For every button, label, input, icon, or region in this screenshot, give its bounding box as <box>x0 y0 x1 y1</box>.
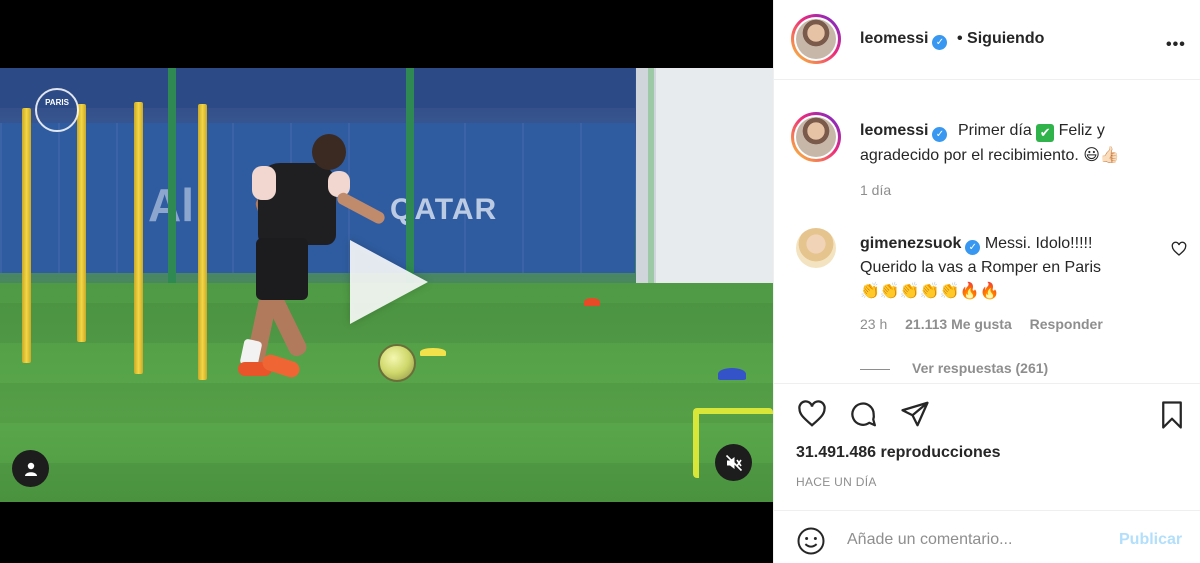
comment-emojis: 👏👏👏👏👏🔥🔥 <box>860 283 1000 300</box>
club-logo: PARIS <box>35 88 79 132</box>
post-panel: leomessi ✓ • Siguiendo ••• leomessi ✓ Prim… <box>773 0 1200 563</box>
avatar-image <box>796 117 836 157</box>
header-username[interactable]: leomessi ✓ <box>860 30 948 50</box>
comment-icon[interactable] <box>847 399 879 434</box>
share-icon[interactable] <box>899 399 931 434</box>
replies-divider <box>860 368 890 370</box>
publish-button[interactable]: Publicar <box>1119 531 1182 549</box>
football <box>378 344 416 382</box>
caption-emojis: 😃👍🏻 <box>1083 147 1120 164</box>
mute-icon[interactable] <box>715 444 752 481</box>
building-wall <box>636 68 773 288</box>
player-shorts <box>256 238 308 300</box>
goal-pole <box>648 68 654 298</box>
view-replies-button[interactable]: Ver respuestas (261) <box>860 360 1048 376</box>
post-header: leomessi ✓ • Siguiendo ••• <box>774 0 1200 80</box>
emoji-icon[interactable] <box>796 526 826 561</box>
caption-username[interactable]: leomessi ✓ <box>860 122 948 142</box>
avatar[interactable] <box>791 14 841 64</box>
caption-body: Primer día <box>957 122 1032 139</box>
training-pole <box>77 104 86 342</box>
comment-text: gimenezsuok ✓ Messi. Idolo!!!!! Querido l… <box>860 232 1150 304</box>
comment-time[interactable]: 23 h <box>860 316 887 332</box>
grass-stripe <box>0 463 773 502</box>
comment-likes[interactable]: 21.113 Me gusta <box>905 316 1012 332</box>
follow-status[interactable]: • Siguiendo <box>957 30 1044 48</box>
avatar-image <box>796 19 836 59</box>
training-cone <box>584 298 600 306</box>
caption-timestamp[interactable]: 1 día <box>860 182 891 198</box>
player-head <box>312 134 346 170</box>
goal-pole <box>168 68 176 298</box>
avatar[interactable] <box>791 112 841 162</box>
verified-icon: ✓ <box>932 35 948 50</box>
training-pole <box>22 108 31 363</box>
club-logo-text: PARIS <box>45 98 69 107</box>
comment-avatar[interactable] <box>796 228 836 268</box>
verified-icon: ✓ <box>932 127 948 142</box>
check-mark-icon: ✔ <box>1036 124 1055 142</box>
grass-stripe <box>0 383 773 423</box>
reply-button[interactable]: Responder <box>1030 316 1103 332</box>
stadium-banner-top <box>0 68 635 108</box>
save-icon[interactable] <box>1157 399 1187 436</box>
post-date[interactable]: HACE UN DÍA <box>796 475 877 489</box>
play-icon[interactable] <box>350 240 428 324</box>
video-player[interactable]: Al QATAR PARIS <box>0 0 773 563</box>
view-count[interactable]: 31.491.486 reproducciones <box>796 444 1001 462</box>
training-pole <box>198 104 207 380</box>
training-pole <box>134 102 143 374</box>
comment-input[interactable]: Añade un comentario... <box>847 531 1012 549</box>
comment-like-heart-icon[interactable] <box>1171 241 1187 262</box>
post-actions: 31.491.486 reproducciones HACE UN DÍA <box>774 383 1200 510</box>
player-sleeve <box>252 166 276 200</box>
verified-icon: ✓ <box>965 240 981 255</box>
training-cone <box>718 368 746 380</box>
comment-username[interactable]: gimenezsuok ✓ <box>860 235 981 255</box>
caption-text: leomessi ✓ Primer día ✔ Feliz y agradecid… <box>860 118 1180 168</box>
user-tag-icon[interactable] <box>12 450 49 487</box>
heart-icon[interactable] <box>796 399 828 434</box>
add-comment-bar: Añade un comentario... Publicar <box>774 510 1200 563</box>
view-replies-label[interactable]: Ver respuestas (261) <box>912 360 1048 376</box>
comment-meta: 23 h 21.113 Me gusta Responder <box>860 316 1117 332</box>
more-icon[interactable]: ••• <box>1166 36 1186 54</box>
training-cone <box>420 348 446 356</box>
